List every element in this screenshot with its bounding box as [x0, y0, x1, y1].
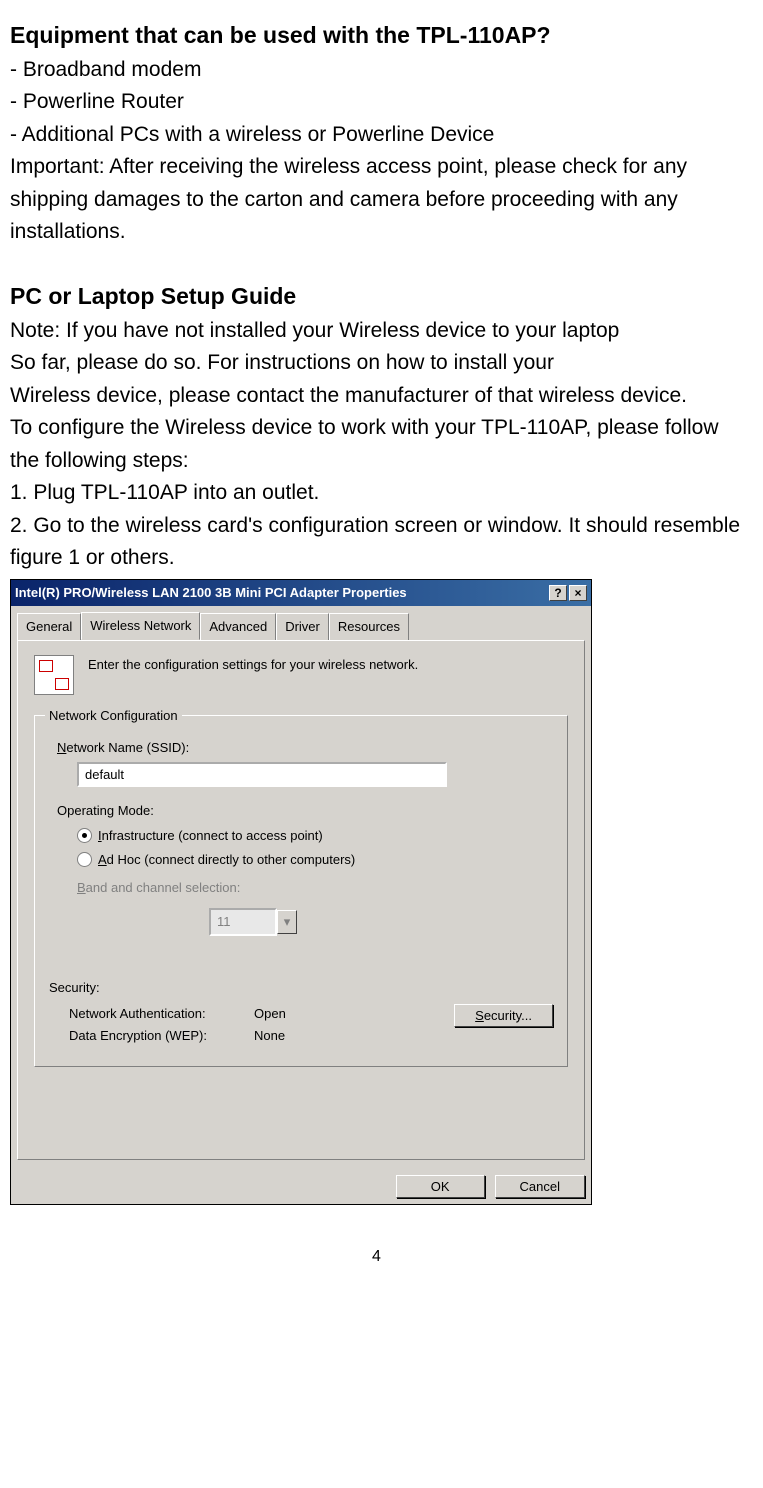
- network-configuration-fieldset: Network Configuration Network Name (SSID…: [34, 715, 568, 1067]
- fieldset-legend: Network Configuration: [45, 706, 182, 726]
- page-number: 4: [10, 1245, 743, 1270]
- heading-equipment: Equipment that can be used with the TPL-…: [10, 18, 743, 54]
- intro-text: Enter the configuration settings for you…: [88, 655, 418, 675]
- tab-strip: General Wireless Network Advanced Driver…: [11, 606, 591, 640]
- wep-value: None: [254, 1026, 285, 1046]
- tab-resources[interactable]: Resources: [329, 613, 409, 641]
- network-icon: [34, 655, 74, 695]
- radio-icon: [77, 828, 92, 843]
- step-line: 2. Go to the wireless card's configurati…: [10, 510, 743, 575]
- ok-button[interactable]: OK: [396, 1175, 485, 1198]
- step-line: 1. Plug TPL-110AP into an outlet.: [10, 477, 743, 510]
- radio-icon: [77, 852, 92, 867]
- help-button[interactable]: ?: [549, 585, 567, 601]
- channel-select: 11 ▾: [209, 908, 297, 936]
- cancel-button[interactable]: Cancel: [495, 1175, 585, 1198]
- band-channel-label: Band and channel selection:: [77, 878, 553, 898]
- radio-infrastructure[interactable]: Infrastructure (connect to access point): [77, 826, 553, 846]
- heading-setup-guide: PC or Laptop Setup Guide: [10, 279, 743, 315]
- note-line: Note: If you have not installed your Wir…: [10, 315, 743, 348]
- tab-wireless-network[interactable]: Wireless Network: [81, 612, 200, 640]
- auth-value: Open: [254, 1004, 286, 1024]
- radio-adhoc-label: Ad Hoc (connect directly to other comput…: [98, 850, 355, 870]
- close-button[interactable]: ×: [569, 585, 587, 601]
- ssid-input[interactable]: [77, 762, 447, 787]
- dialog-title: Intel(R) PRO/Wireless LAN 2100 3B Mini P…: [15, 583, 547, 603]
- tab-general[interactable]: General: [17, 613, 81, 641]
- radio-adhoc[interactable]: Ad Hoc (connect directly to other comput…: [77, 850, 553, 870]
- radio-infrastructure-label: Infrastructure (connect to access point): [98, 826, 323, 846]
- chevron-down-icon: ▾: [277, 910, 297, 934]
- tab-driver[interactable]: Driver: [276, 613, 329, 641]
- ssid-label: Network Name (SSID):: [57, 738, 553, 758]
- tab-advanced[interactable]: Advanced: [200, 613, 276, 641]
- bullet-item: - Powerline Router: [10, 86, 743, 119]
- bullet-item: - Additional PCs with a wireless or Powe…: [10, 119, 743, 152]
- tab-body: Enter the configuration settings for you…: [17, 640, 585, 1160]
- note-line: Wireless device, please contact the manu…: [10, 380, 743, 413]
- note-line: So far, please do so. For instructions o…: [10, 347, 743, 380]
- operating-mode-label: Operating Mode:: [57, 801, 553, 821]
- wep-label: Data Encryption (WEP):: [69, 1026, 254, 1046]
- important-note: Important: After receiving the wireless …: [10, 151, 743, 249]
- dialog-button-row: OK Cancel: [17, 1166, 585, 1198]
- security-heading: Security:: [49, 978, 553, 998]
- dialog-titlebar: Intel(R) PRO/Wireless LAN 2100 3B Mini P…: [11, 580, 591, 606]
- auth-label: Network Authentication:: [69, 1004, 254, 1024]
- bullet-item: - Broadband modem: [10, 54, 743, 87]
- security-button[interactable]: Security...: [454, 1004, 553, 1027]
- config-line: To configure the Wireless device to work…: [10, 412, 743, 477]
- channel-value: 11: [209, 908, 277, 936]
- properties-dialog: Intel(R) PRO/Wireless LAN 2100 3B Mini P…: [10, 579, 592, 1205]
